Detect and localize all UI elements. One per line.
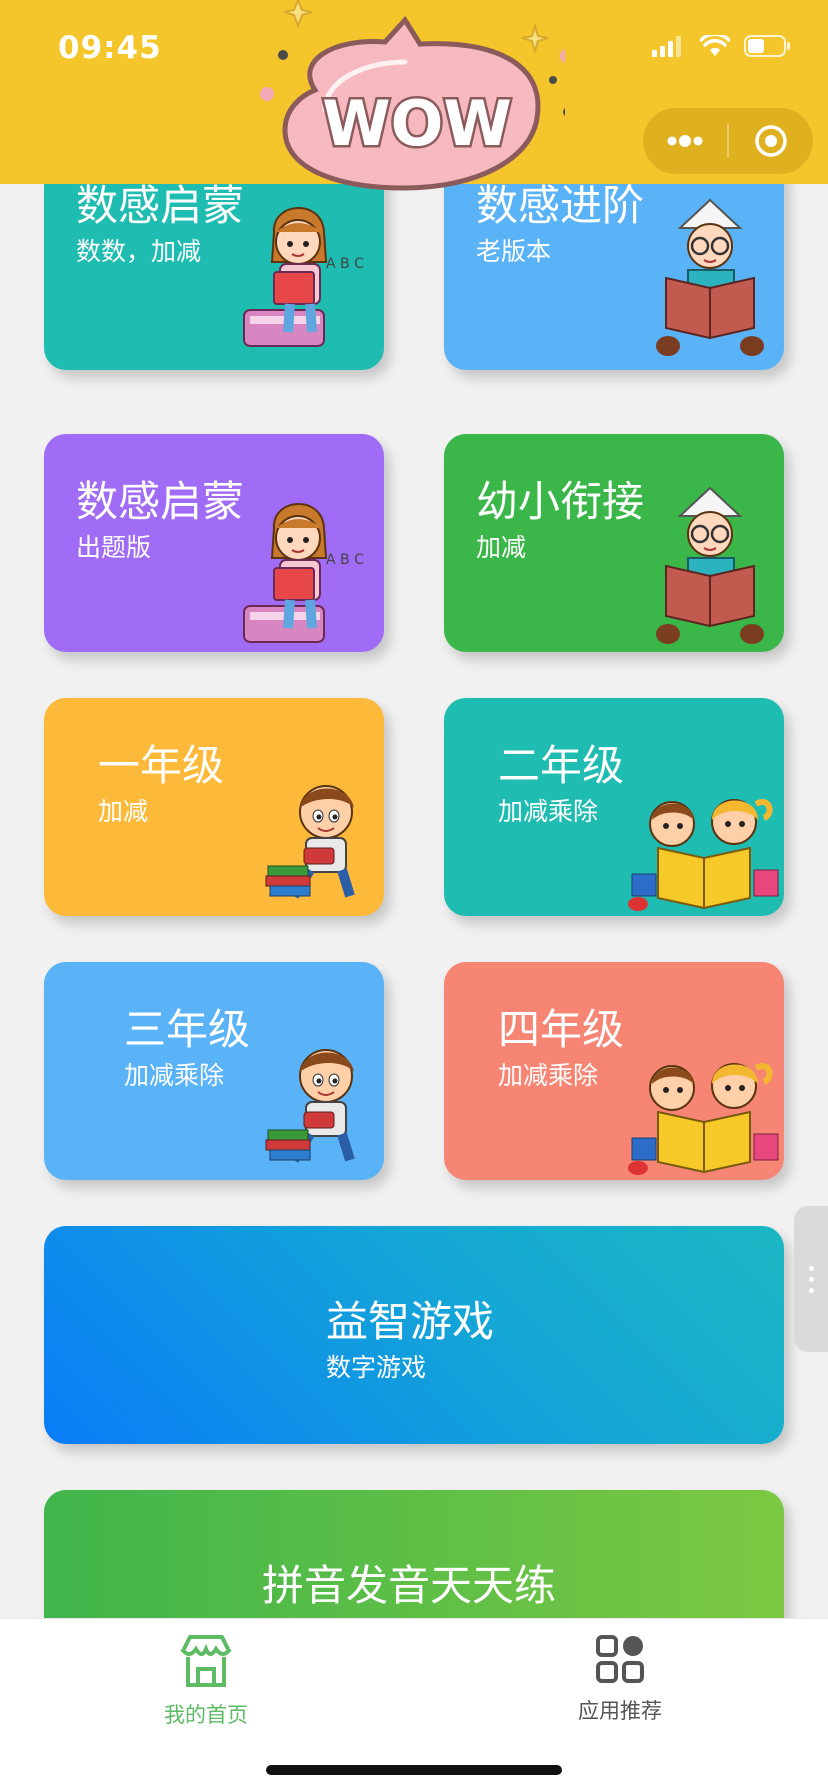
card-number-sense-quiz[interactable]: 数感启蒙 出题版 A B C xyxy=(44,434,384,652)
more-dots-icon xyxy=(667,135,703,147)
boy-with-books-icon xyxy=(265,1049,355,1163)
card-title: 一年级 xyxy=(98,741,225,790)
home-indicator xyxy=(266,1765,562,1775)
tab-recommended-apps[interactable]: 应用推荐 xyxy=(520,1633,720,1725)
mini-program-capsule xyxy=(643,108,813,174)
card-number-sense-intro[interactable]: 数感启蒙 数数，加减 A B C xyxy=(44,184,384,370)
card-subtitle: 加减乘除 xyxy=(498,1061,599,1090)
boy-reading-book-icon xyxy=(656,486,764,644)
card-subtitle: 加减乘除 xyxy=(498,797,599,826)
kids-reading-icon xyxy=(628,1063,779,1175)
girl-reading-icon: A B C xyxy=(243,207,364,347)
svg-text:A B C: A B C xyxy=(326,256,364,272)
girl-reading-icon: A B C xyxy=(243,503,364,643)
signal-icon xyxy=(652,36,681,57)
card-subtitle: 数字游戏 xyxy=(326,1353,427,1382)
card-grade-four[interactable]: 四年级 加减乘除 xyxy=(444,962,784,1180)
boy-with-books-icon xyxy=(265,785,355,899)
side-drawer-handle[interactable] xyxy=(794,1206,828,1352)
card-number-sense-advanced[interactable]: 数感进阶 老版本 xyxy=(444,184,784,370)
svg-text:A B C: A B C xyxy=(326,552,364,568)
card-title: 益智游戏 xyxy=(326,1297,495,1346)
tab-home-label: 我的首页 xyxy=(164,1703,248,1727)
more-menu-button[interactable] xyxy=(643,108,727,174)
card-puzzle-games[interactable]: 益智游戏 数字游戏 xyxy=(44,1226,784,1444)
storefront-icon xyxy=(180,1635,232,1687)
card-title: 四年级 xyxy=(498,1005,625,1054)
card-title: 拼音发音天天练 xyxy=(262,1561,557,1610)
svg-text:WOW: WOW xyxy=(322,87,511,160)
tab-recommended-label: 应用推荐 xyxy=(578,1699,662,1723)
card-pinyin-practice[interactable]: 拼音发音天天练 xyxy=(44,1490,784,1618)
scroll-content[interactable]: 数感启蒙 数数，加减 A B C 数感进阶 老版本 数感启蒙 出题版 A B C… xyxy=(0,184,828,1618)
card-grade-three[interactable]: 三年级 加减乘除 xyxy=(44,962,384,1180)
navigation-header: 09:45 WOW xyxy=(0,0,828,191)
card-title: 幼小衔接 xyxy=(476,477,645,526)
close-mini-program-button[interactable] xyxy=(729,108,813,174)
card-title: 二年级 xyxy=(498,741,625,790)
battery-icon xyxy=(744,35,790,57)
card-title: 数感启蒙 xyxy=(76,184,245,230)
card-subtitle: 加减 xyxy=(98,797,149,826)
tab-home[interactable]: 我的首页 xyxy=(106,1633,306,1729)
target-circle-icon xyxy=(755,125,787,157)
card-title: 三年级 xyxy=(124,1005,251,1054)
card-subtitle: 老版本 xyxy=(476,237,552,266)
wifi-icon xyxy=(700,35,730,56)
wow-sticker-logo: WOW xyxy=(260,0,565,191)
card-grade-one[interactable]: 一年级 加减 xyxy=(44,698,384,916)
card-grade-two[interactable]: 二年级 加减乘除 xyxy=(444,698,784,916)
card-title: 数感启蒙 xyxy=(76,477,245,526)
card-kindergarten-transition[interactable]: 幼小衔接 加减 xyxy=(444,434,784,652)
card-subtitle: 加减乘除 xyxy=(124,1061,225,1090)
grid-apps-icon xyxy=(596,1635,644,1683)
card-subtitle: 数数，加减 xyxy=(76,237,202,266)
card-subtitle: 加减 xyxy=(476,533,527,562)
status-time: 09:45 xyxy=(58,30,162,66)
kids-reading-icon xyxy=(628,799,779,911)
boy-reading-book-icon xyxy=(656,198,764,356)
status-icons xyxy=(652,34,792,58)
card-subtitle: 出题版 xyxy=(76,533,152,562)
